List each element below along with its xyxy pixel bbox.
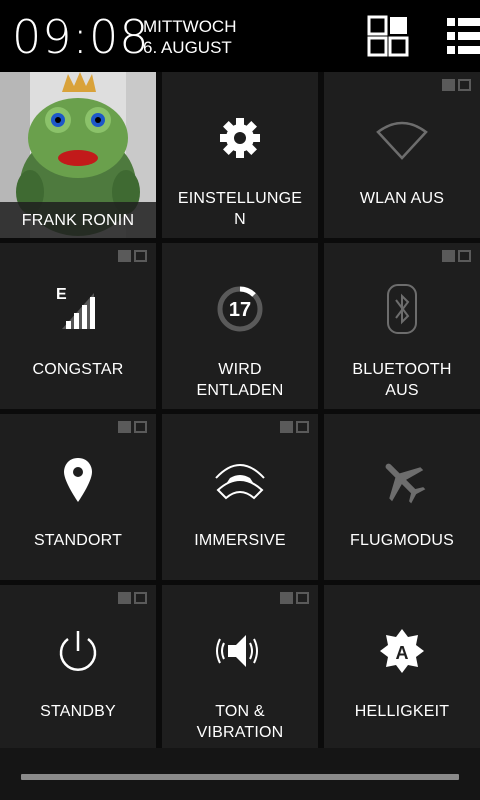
tile-user-profile[interactable]: FRANK RONIN (0, 72, 156, 238)
toggle-indicator (442, 79, 472, 91)
quick-settings-grid-button[interactable] (366, 14, 410, 58)
brightness-icon: A (376, 625, 428, 677)
date-display[interactable]: MITTWOCH 6. AUGUST (143, 16, 236, 58)
tile-location[interactable]: STANDORT (0, 414, 156, 580)
toggle-indicator (118, 250, 148, 262)
battery-level: 17 (229, 299, 251, 321)
tile-label: HELLIGKEIT (354, 703, 450, 720)
airplane-icon (376, 454, 428, 506)
tile-airplane-mode[interactable]: FLUGMODUS (324, 414, 480, 580)
quick-settings-grid-icon (367, 15, 409, 57)
toggle-indicator (442, 250, 472, 262)
tile-bluetooth[interactable]: BLUETOOTH AUS (324, 243, 480, 409)
svg-text:A: A (396, 643, 409, 663)
tile-label: EINSTELLUNGE N (177, 190, 303, 228)
signal-icon: E (52, 283, 104, 335)
toggle-indicator (280, 592, 310, 604)
tile-label: STANDBY (40, 703, 116, 720)
tile-label: CONGSTAR (32, 361, 124, 378)
battery-icon: 17 (214, 283, 266, 335)
tile-brightness[interactable]: A HELLIGKEIT (324, 585, 480, 751)
wifi-icon (376, 112, 428, 164)
bluetooth-icon (376, 283, 428, 335)
toggle-indicator (118, 421, 148, 433)
power-icon (52, 625, 104, 677)
toggle-indicator (118, 592, 148, 604)
tile-label: IMMERSIVE (194, 532, 286, 549)
tile-label: TON & VIBRATION (196, 703, 284, 741)
toggle-indicator (280, 421, 310, 433)
tile-mobile-network[interactable]: E CONGSTAR (0, 243, 156, 409)
tile-wifi[interactable]: WLAN AUS (324, 72, 480, 238)
clock-time[interactable]: 09:08 (12, 10, 150, 64)
tile-label: BLUETOOTH AUS (352, 361, 452, 399)
tile-label: FRANK RONIN (21, 212, 135, 229)
tile-label: WIRD ENTLADEN (196, 361, 284, 399)
immersive-icon (214, 454, 266, 506)
tile-label: STANDORT (33, 532, 123, 549)
tile-immersive[interactable]: IMMERSIVE (162, 414, 318, 580)
location-icon (52, 454, 104, 506)
status-header: 09:08 MITTWOCH 6. AUGUST (0, 0, 480, 72)
date-text: 6. AUGUST (143, 38, 232, 57)
notifications-list-icon (447, 18, 480, 54)
gear-icon (214, 112, 266, 164)
tile-battery[interactable]: 17 WIRD ENTLADEN (162, 243, 318, 409)
notifications-list-button[interactable] (444, 14, 480, 58)
sound-icon (214, 625, 266, 677)
tile-settings[interactable]: EINSTELLUNGE N (162, 72, 318, 238)
tile-sound[interactable]: TON & VIBRATION (162, 585, 318, 751)
tile-label: WLAN AUS (359, 190, 445, 207)
drag-handle[interactable] (21, 774, 459, 780)
weekday-text: MITTWOCH (143, 17, 237, 36)
quick-settings-panel: FRANK RONIN EINSTELLUNGE N WLAN AUS E CO… (0, 72, 480, 751)
network-type-badge: E (56, 286, 67, 303)
tile-label: FLUGMODUS (349, 532, 455, 549)
panel-footer (0, 748, 480, 800)
tile-standby[interactable]: STANDBY (0, 585, 156, 751)
